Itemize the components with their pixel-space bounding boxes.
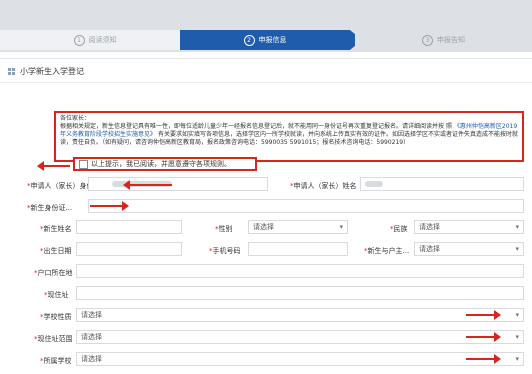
district-label: *现住址范围 [34, 335, 73, 343]
annotation-arrow [466, 354, 501, 364]
annotation-arrow [466, 332, 501, 342]
notice-greeting: 各位家长： [60, 115, 91, 122]
step-apply-info: 2 申报信息 [180, 30, 350, 50]
agree-checkbox-row[interactable]: 以上提示，我已阅读，并愿意遵守各项规则。 [73, 157, 257, 171]
address-input[interactable] [76, 286, 524, 300]
phone-label: *手机号码 [209, 247, 241, 255]
student-name-label: *新生姓名 [40, 225, 72, 233]
step-number: 1 [73, 34, 85, 46]
notice-box: 各位家长： 根据相关规定，新生信息登记具有唯一性，即每位适龄儿童少年一经报名信息… [54, 111, 524, 162]
notice-line2-prefix: 照 [445, 123, 452, 130]
gender-label: *性别 [215, 225, 233, 233]
step-number: 3 [422, 34, 433, 46]
step-label: 申报告知 [437, 36, 465, 44]
address-label: *现住址 [44, 291, 69, 299]
gender-select[interactable]: 请选择 [248, 220, 348, 234]
notice-text: 根据相关规定，新生信息登记具有唯一性，即每位适龄儿童少年一经报名信息登记后，就不… [60, 123, 518, 147]
divider [0, 58, 532, 59]
district-select[interactable]: 请选择 [76, 330, 524, 344]
phone-input[interactable] [248, 242, 348, 256]
agree-label: 以上提示，我已阅读，并愿意遵守各项规则。 [91, 160, 231, 168]
student-id-label: *新生身份证... [27, 204, 73, 212]
annotation-arrow [90, 201, 129, 211]
student-id-input[interactable] [88, 199, 524, 213]
divider [0, 82, 532, 83]
notice-line3: 5991015；报名技术咨询电话：5990219） [289, 139, 410, 146]
step-number: 2 [243, 34, 255, 46]
household-label: *户口所在地 [34, 269, 73, 277]
grid-icon [8, 68, 15, 75]
applicant-name-label: *申请人（家长）姓名 [290, 182, 357, 190]
step-label: 阅读须知 [88, 36, 117, 44]
school-type-label: *学校性质 [40, 313, 72, 321]
student-name-input[interactable] [76, 220, 182, 234]
relation-select[interactable]: 请选择 [414, 242, 524, 256]
step-label: 申报信息 [258, 36, 287, 44]
annotation-arrow [466, 310, 501, 320]
section-title-text: 小学新生入学登记 [20, 67, 84, 76]
step-read-notice: 1 阅读须知 [0, 30, 190, 50]
school-label: *所属学校 [40, 357, 72, 365]
school-type-select[interactable]: 请选择 [76, 308, 524, 322]
ethnicity-label: *民族 [390, 225, 408, 233]
birth-date-label: *出生日期 [40, 247, 72, 255]
redacted-value [365, 181, 383, 187]
birth-date-input[interactable] [76, 242, 182, 256]
annotation-arrow [123, 180, 172, 190]
applicant-name-input[interactable] [360, 177, 524, 191]
notice-line1: 根据相关规定，新生信息登记具有唯一性，即每位适龄儿童少年一经报名信息登记后，就不… [60, 123, 445, 130]
ethnicity-select[interactable]: 请选择 [414, 220, 524, 234]
household-input[interactable] [76, 264, 524, 278]
annotation-arrow [37, 161, 70, 171]
relation-label: *新生与户主... [364, 247, 410, 255]
agree-checkbox[interactable] [79, 159, 88, 169]
step-apply-result: 3 申报告知 [355, 30, 532, 50]
section-title: 小学新生入学登记 [8, 66, 84, 77]
school-select[interactable]: 请选择 [76, 352, 524, 366]
